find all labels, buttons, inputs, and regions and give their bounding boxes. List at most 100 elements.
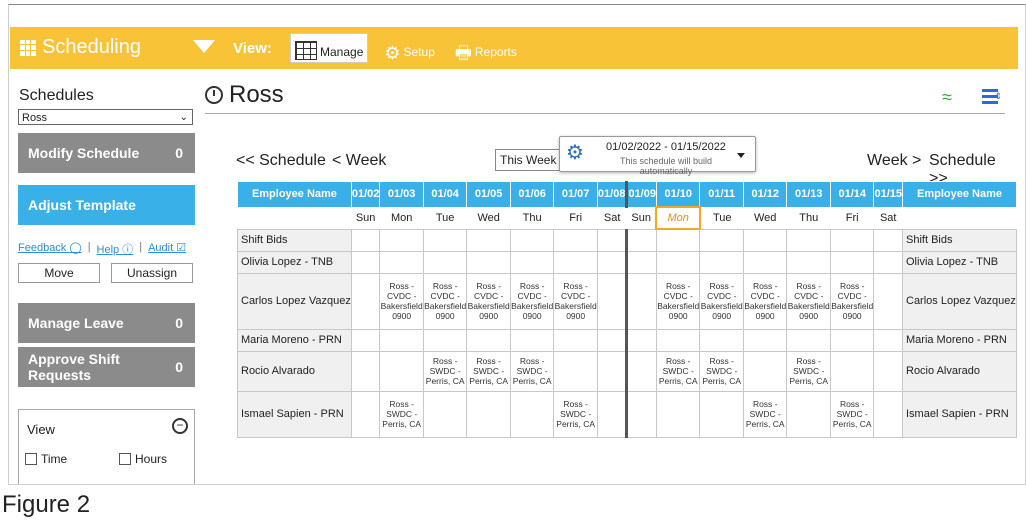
employee-name[interactable]: Ismael Sapien - PRN: [237, 390, 352, 438]
empty-cell[interactable]: [786, 390, 831, 438]
shift-cell[interactable]: Ross - CVDC - Bakersfield 0900: [553, 272, 598, 330]
employee-name[interactable]: Shift Bids: [902, 228, 1017, 252]
shift-cell[interactable]: Ross - CVDC - Bakersfield 0900: [379, 272, 424, 330]
next-week-link[interactable]: Week >: [867, 152, 921, 170]
feedback-link[interactable]: Feedback ◯: [18, 241, 82, 257]
shift-cell[interactable]: Ross - CVDC - Bakersfield 0900: [829, 272, 875, 330]
empty-cell[interactable]: [829, 250, 875, 274]
schedule-select[interactable]: Ross ⌄: [18, 109, 193, 125]
empty-cell[interactable]: [596, 350, 629, 392]
empty-cell[interactable]: [596, 272, 629, 330]
empty-cell[interactable]: [466, 390, 511, 438]
empty-cell[interactable]: [829, 350, 875, 392]
empty-cell[interactable]: [873, 272, 903, 330]
empty-cell[interactable]: [829, 228, 875, 252]
empty-cell[interactable]: [829, 328, 875, 352]
empty-cell[interactable]: [596, 328, 629, 352]
this-week-button[interactable]: This Week: [495, 149, 562, 171]
date-range-dropdown[interactable]: ⚙ 01/02/2022 - 01/15/2022 This schedule …: [559, 136, 756, 176]
column-header-date[interactable]: 01/07: [553, 181, 598, 208]
empty-cell[interactable]: [873, 350, 903, 392]
move-button[interactable]: Move: [18, 263, 100, 283]
employee-name[interactable]: Olivia Lopez - TNB: [237, 250, 352, 274]
modify-schedule-button[interactable]: Modify Schedule 0: [18, 133, 195, 173]
manage-leave-button[interactable]: Manage Leave 0: [18, 303, 195, 343]
column-header-date[interactable]: 01/04: [422, 181, 468, 208]
empty-cell[interactable]: [873, 228, 903, 252]
approve-shift-requests-button[interactable]: Approve Shift Requests 0: [18, 347, 195, 387]
employee-name[interactable]: Olivia Lopez - TNB: [902, 250, 1017, 274]
empty-cell[interactable]: [379, 250, 424, 274]
employee-name[interactable]: Rocio Alvarado: [237, 350, 352, 392]
employee-name[interactable]: Maria Moreno - PRN: [237, 328, 352, 352]
empty-cell[interactable]: [350, 328, 381, 352]
empty-cell[interactable]: [466, 328, 511, 352]
empty-cell[interactable]: [655, 390, 701, 438]
employee-name[interactable]: Ismael Sapien - PRN: [902, 390, 1017, 438]
hours-checkbox[interactable]: Hours: [119, 452, 167, 466]
empty-cell[interactable]: [742, 350, 788, 392]
empty-cell[interactable]: [626, 250, 657, 274]
column-header-date[interactable]: 01/08: [596, 181, 629, 208]
empty-cell[interactable]: [350, 272, 381, 330]
employee-name[interactable]: Shift Bids: [237, 228, 352, 252]
empty-cell[interactable]: [873, 328, 903, 352]
employee-name[interactable]: Rocio Alvarado: [902, 350, 1017, 392]
empty-cell[interactable]: [553, 328, 598, 352]
empty-cell[interactable]: [466, 250, 511, 274]
shift-cell[interactable]: Ross - SWDC - Perris, CA: [422, 350, 468, 392]
column-header-date[interactable]: 01/02: [350, 181, 381, 208]
collapse-icon[interactable]: −: [172, 418, 188, 434]
empty-cell[interactable]: [699, 228, 744, 252]
empty-cell[interactable]: [553, 228, 598, 252]
empty-cell[interactable]: [786, 228, 831, 252]
empty-cell[interactable]: [626, 228, 657, 252]
column-header-date[interactable]: 01/09: [626, 181, 657, 208]
empty-cell[interactable]: [873, 390, 903, 438]
shift-cell[interactable]: Ross - SWDC - Perris, CA: [829, 390, 875, 438]
shift-cell[interactable]: Ross - CVDC - Bakersfield 0900: [742, 272, 788, 330]
empty-cell[interactable]: [626, 272, 657, 330]
shift-cell[interactable]: Ross - CVDC - Bakersfield 0900: [699, 272, 744, 330]
shift-cell[interactable]: Ross - SWDC - Perris, CA: [379, 390, 424, 438]
empty-cell[interactable]: [553, 350, 598, 392]
empty-cell[interactable]: [379, 228, 424, 252]
empty-cell[interactable]: [379, 328, 424, 352]
shift-cell[interactable]: Ross - CVDC - Bakersfield 0900: [655, 272, 701, 330]
empty-cell[interactable]: [626, 350, 657, 392]
nav-setup[interactable]: ⚙ Setup: [380, 34, 439, 62]
empty-cell[interactable]: [509, 390, 555, 438]
column-header-date[interactable]: 01/11: [699, 181, 744, 208]
empty-cell[interactable]: [655, 228, 701, 252]
empty-cell[interactable]: [742, 228, 788, 252]
help-link[interactable]: Help ⓘ: [97, 241, 134, 257]
column-header-name[interactable]: Employee Name: [237, 181, 352, 208]
empty-cell[interactable]: [742, 328, 788, 352]
empty-cell[interactable]: [786, 328, 831, 352]
shift-cell[interactable]: Ross - CVDC - Bakersfield 0900: [466, 272, 511, 330]
shift-cell[interactable]: Ross - SWDC - Perris, CA: [466, 350, 511, 392]
time-checkbox[interactable]: Time: [25, 452, 67, 466]
empty-cell[interactable]: [350, 350, 381, 392]
audit-link[interactable]: Audit ☑: [148, 241, 186, 257]
shift-cell[interactable]: Ross - SWDC - Perris, CA: [742, 390, 788, 438]
empty-cell[interactable]: [350, 250, 381, 274]
empty-cell[interactable]: [596, 228, 629, 252]
empty-cell[interactable]: [596, 250, 629, 274]
empty-cell[interactable]: [596, 390, 629, 438]
shift-cell[interactable]: Ross - SWDC - Perris, CA: [509, 350, 555, 392]
column-header-date[interactable]: 01/05: [466, 181, 511, 208]
column-header-date[interactable]: 01/06: [509, 181, 555, 208]
column-header-date[interactable]: 01/12: [742, 181, 788, 208]
employee-name[interactable]: Maria Moreno - PRN: [902, 328, 1017, 352]
shift-cell[interactable]: Ross - SWDC - Perris, CA: [655, 350, 701, 392]
shift-cell[interactable]: Ross - CVDC - Bakersfield 0900: [422, 272, 468, 330]
column-header-date[interactable]: 01/03: [379, 181, 424, 208]
empty-cell[interactable]: [509, 228, 555, 252]
empty-cell[interactable]: [742, 250, 788, 274]
employee-name[interactable]: Carlos Lopez Vazquez: [902, 272, 1017, 330]
empty-cell[interactable]: [379, 350, 424, 392]
empty-cell[interactable]: [873, 250, 903, 274]
empty-cell[interactable]: [553, 250, 598, 274]
nav-manage[interactable]: Manage: [290, 33, 369, 63]
